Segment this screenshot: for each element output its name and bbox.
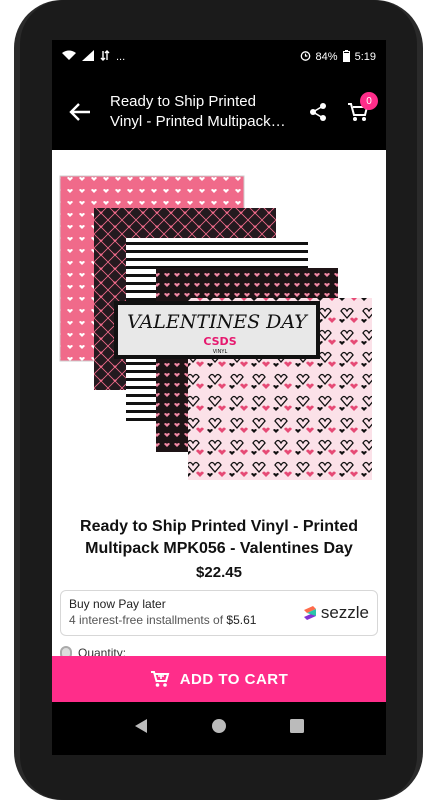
add-to-cart-button[interactable]: ADD TO CART: [52, 656, 386, 702]
page-title-line1: Ready to Ship Printed: [110, 93, 256, 110]
battery-icon: [342, 49, 350, 65]
screen: ... 84% 5:19 Ready to Ship Printed Vinyl…: [52, 40, 386, 755]
device: ... 84% 5:19 Ready to Ship Printed Vinyl…: [0, 0, 437, 800]
sezzle-installments-text: 4 interest-free installments of: [69, 613, 224, 627]
battery-percent: 84%: [315, 51, 338, 63]
nav-home-button[interactable]: [211, 718, 227, 739]
image-brand-sub-text: VINYL: [213, 349, 228, 355]
share-icon: [310, 103, 326, 121]
nav-back-button[interactable]: [134, 718, 148, 739]
nav-home-icon: [211, 719, 226, 733]
product-title: Ready to Ship Printed Vinyl - Printed Mu…: [80, 518, 358, 557]
cart-button[interactable]: 0: [338, 88, 378, 136]
status-bar: ... 84% 5:19: [52, 40, 386, 74]
add-cart-icon: [150, 671, 170, 687]
sezzle-installment-amount: $5.61: [226, 613, 257, 627]
sezzle-logo-text: sezzle: [320, 603, 369, 622]
page-title-line2: Vinyl - Printed Multipack MPK056 - Valen…: [110, 113, 288, 130]
signal-icon: [82, 50, 94, 64]
nav-recents-icon: [290, 719, 305, 733]
page-title: Ready to Ship Printed Vinyl - Printed Mu…: [104, 92, 298, 132]
back-button[interactable]: [56, 88, 104, 136]
clock: 5:19: [354, 51, 376, 63]
sezzle-mark-icon: [303, 606, 316, 620]
wifi-icon: [62, 50, 76, 64]
data-icon: [100, 50, 110, 64]
sezzle-widget[interactable]: Buy now Pay later 4 interest-free instal…: [60, 590, 378, 636]
system-nav-bar: [52, 702, 386, 755]
cart-count-badge: 0: [360, 92, 378, 110]
nav-back-icon: [134, 719, 147, 733]
app-bar: Ready to Ship Printed Vinyl - Printed Mu…: [52, 74, 386, 150]
more-notifications-icon: ...: [116, 51, 126, 63]
product-price: $22.45: [196, 564, 242, 581]
image-banner-text: VALENTINES DAY: [127, 311, 309, 333]
nav-recents-button[interactable]: [290, 719, 305, 738]
share-button[interactable]: [298, 88, 338, 136]
add-to-cart-label: ADD TO CART: [179, 670, 289, 688]
image-brand-text: CSDS: [203, 335, 236, 348]
product-content: VALENTINES DAY CSDS VINYL Ready to Ship …: [52, 150, 386, 690]
sezzle-logo: sezzle: [303, 603, 369, 623]
back-arrow-icon: [69, 103, 90, 121]
alarm-icon: [300, 50, 311, 64]
product-image[interactable]: VALENTINES DAY CSDS VINYL: [52, 150, 386, 500]
